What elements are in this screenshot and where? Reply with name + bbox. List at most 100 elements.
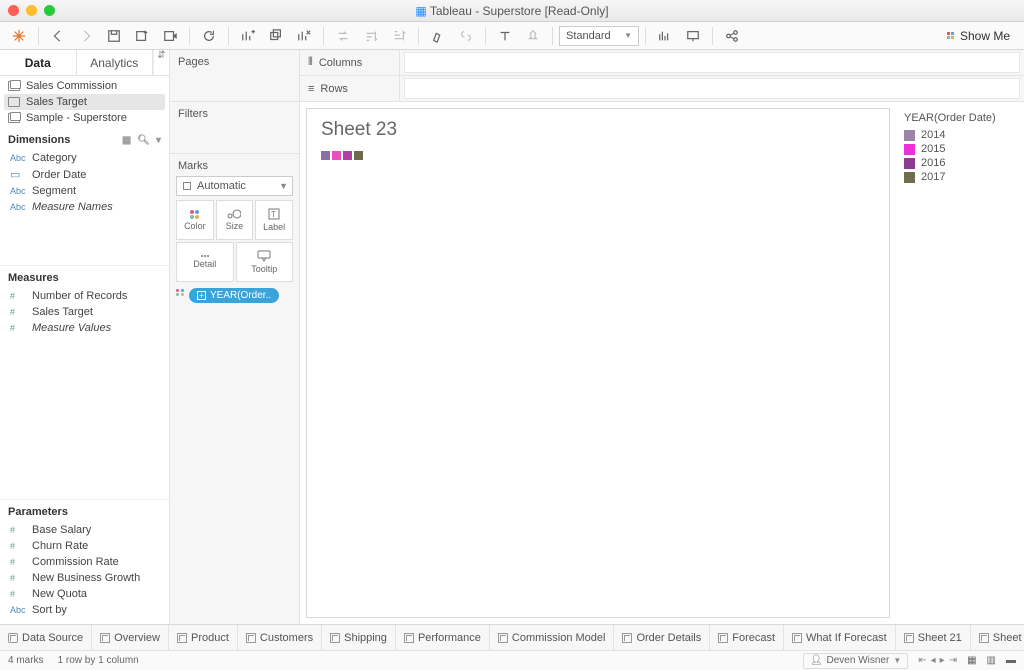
data-source-item[interactable]: Sales Target (4, 94, 165, 110)
viz-mark[interactable] (343, 151, 352, 160)
sheet-tab[interactable]: What If Forecast (784, 625, 896, 650)
field-item[interactable]: AbcSort by (0, 602, 169, 618)
marks-size-button[interactable]: Size (216, 200, 254, 240)
legend-swatch (904, 130, 915, 141)
sheet-tab[interactable]: Forecast (710, 625, 784, 650)
show-sorter-button[interactable]: ▬ (1006, 655, 1016, 666)
mark-type-dropdown[interactable]: Automatic▼ (176, 176, 293, 196)
datasource-icon (8, 633, 18, 643)
refresh-button[interactable] (196, 25, 222, 47)
field-item[interactable]: #Base Salary (0, 522, 169, 538)
text-icon: Abc (10, 186, 26, 196)
sheet-tab[interactable]: Performance (396, 625, 490, 650)
pane-options-button[interactable]: ⇵ (153, 50, 169, 75)
main-toolbar: Standard▼ Show Me (0, 22, 1024, 50)
columns-shelf[interactable] (404, 52, 1020, 73)
field-item[interactable]: #Churn Rate (0, 538, 169, 554)
show-tabs-button[interactable]: ▦ (967, 655, 976, 666)
sheet-tab[interactable]: Overview (92, 625, 169, 650)
color-legend[interactable]: YEAR(Order Date) 2014201520162017 (898, 108, 1018, 618)
marks-pill-year-orderdate[interactable]: + YEAR(Order.. (189, 288, 279, 303)
menu-caret-icon[interactable]: ▾ (156, 135, 161, 146)
sheet-tab[interactable]: Shipping (322, 625, 396, 650)
search-icon[interactable]: 🔍︎ (137, 135, 150, 146)
save-button[interactable] (101, 25, 127, 47)
field-item[interactable]: #Measure Values (0, 320, 169, 336)
fit-dropdown[interactable]: Standard▼ (559, 26, 639, 46)
text-label-button[interactable] (492, 25, 518, 47)
sheet-tab[interactable]: Product (169, 625, 238, 650)
viz-mark[interactable] (332, 151, 341, 160)
share-button[interactable] (719, 25, 745, 47)
field-item[interactable]: AbcSegment (0, 183, 169, 199)
legend-item[interactable]: 2014 (904, 128, 1012, 142)
pin-button[interactable] (520, 25, 546, 47)
field-item[interactable]: AbcMeasure Names (0, 199, 169, 215)
sheet-tab[interactable]: Commission Model (490, 625, 615, 650)
sheet-title[interactable]: Sheet 23 (321, 119, 875, 141)
number-icon: # (10, 541, 26, 551)
field-item[interactable]: ▭Order Date (0, 166, 169, 183)
show-filmstrip-button[interactable]: ▥ (987, 655, 996, 666)
sheet-tab[interactable]: Order Details (614, 625, 710, 650)
marks-color-button[interactable]: Color (176, 200, 214, 240)
filters-shelf[interactable]: Filters (170, 102, 299, 154)
legend-item[interactable]: 2016 (904, 156, 1012, 170)
data-source-item[interactable]: Sales Commission (0, 78, 169, 94)
worksheet-icon (404, 633, 414, 643)
sort-desc-button[interactable] (386, 25, 412, 47)
close-window-button[interactable] (8, 5, 19, 16)
parameters-header: Parameters (0, 499, 169, 522)
new-data-source-button[interactable] (129, 25, 155, 47)
minimize-window-button[interactable] (26, 5, 37, 16)
swap-button[interactable] (330, 25, 356, 47)
data-source-item[interactable]: Sample - Superstore (0, 110, 169, 126)
tableau-logo-icon[interactable] (6, 25, 32, 47)
data-pane: Data Analytics ⇵ Sales CommissionSales T… (0, 50, 170, 624)
rows-shelf[interactable] (404, 78, 1020, 99)
sheet-tab[interactable]: Sheet 22 (971, 625, 1024, 650)
user-menu[interactable]: 👤︎Deven Wisner▼ (803, 653, 908, 669)
highlight-button[interactable] (425, 25, 451, 47)
field-item[interactable]: #Sales Target (0, 304, 169, 320)
viz-mark[interactable] (321, 151, 330, 160)
rows-shelf-label: ≡Rows (300, 76, 400, 101)
number-icon: # (10, 323, 26, 333)
clear-button[interactable] (291, 25, 317, 47)
marks-detail-button[interactable]: Detail (176, 242, 234, 282)
dimensions-list: AbcCategory▭Order DateAbcSegmentAbcMeasu… (0, 150, 169, 215)
field-item[interactable]: #New Quota (0, 586, 169, 602)
view-icon[interactable]: ▦ (122, 135, 131, 146)
sheet-nav[interactable]: ⇤◂▸⇥ (918, 655, 957, 666)
analytics-tab[interactable]: Analytics (77, 50, 154, 75)
duplicate-button[interactable] (263, 25, 289, 47)
sort-asc-button[interactable] (358, 25, 384, 47)
data-source-tab[interactable]: Data Source (0, 625, 92, 650)
sheet-tab[interactable]: Customers (238, 625, 322, 650)
pages-shelf[interactable]: Pages (170, 50, 299, 102)
show-me-button[interactable]: Show Me (939, 29, 1018, 43)
field-item[interactable]: AbcCategory (0, 150, 169, 166)
new-worksheet-button[interactable] (235, 25, 261, 47)
zoom-window-button[interactable] (44, 5, 55, 16)
sheet-tab-bar: Data Source OverviewProductCustomersShip… (0, 624, 1024, 650)
auto-update-button[interactable] (157, 25, 183, 47)
legend-item[interactable]: 2015 (904, 142, 1012, 156)
data-tab[interactable]: Data (0, 50, 77, 75)
viz-canvas[interactable]: Sheet 23 (306, 108, 890, 618)
field-item[interactable]: #Number of Records (0, 288, 169, 304)
marks-label-button[interactable]: T Label (255, 200, 293, 240)
forward-button[interactable] (73, 25, 99, 47)
field-item[interactable]: #Commission Rate (0, 554, 169, 570)
viz-mark[interactable] (354, 151, 363, 160)
show-cards-button[interactable] (652, 25, 678, 47)
presentation-button[interactable] (680, 25, 706, 47)
field-item[interactable]: #New Business Growth (0, 570, 169, 586)
back-button[interactable] (45, 25, 71, 47)
data-source-list: Sales CommissionSales TargetSample - Sup… (0, 76, 169, 128)
worksheet-icon (622, 633, 632, 643)
group-button[interactable] (453, 25, 479, 47)
legend-item[interactable]: 2017 (904, 170, 1012, 184)
sheet-tab[interactable]: Sheet 21 (896, 625, 971, 650)
marks-tooltip-button[interactable]: Tooltip (236, 242, 294, 282)
